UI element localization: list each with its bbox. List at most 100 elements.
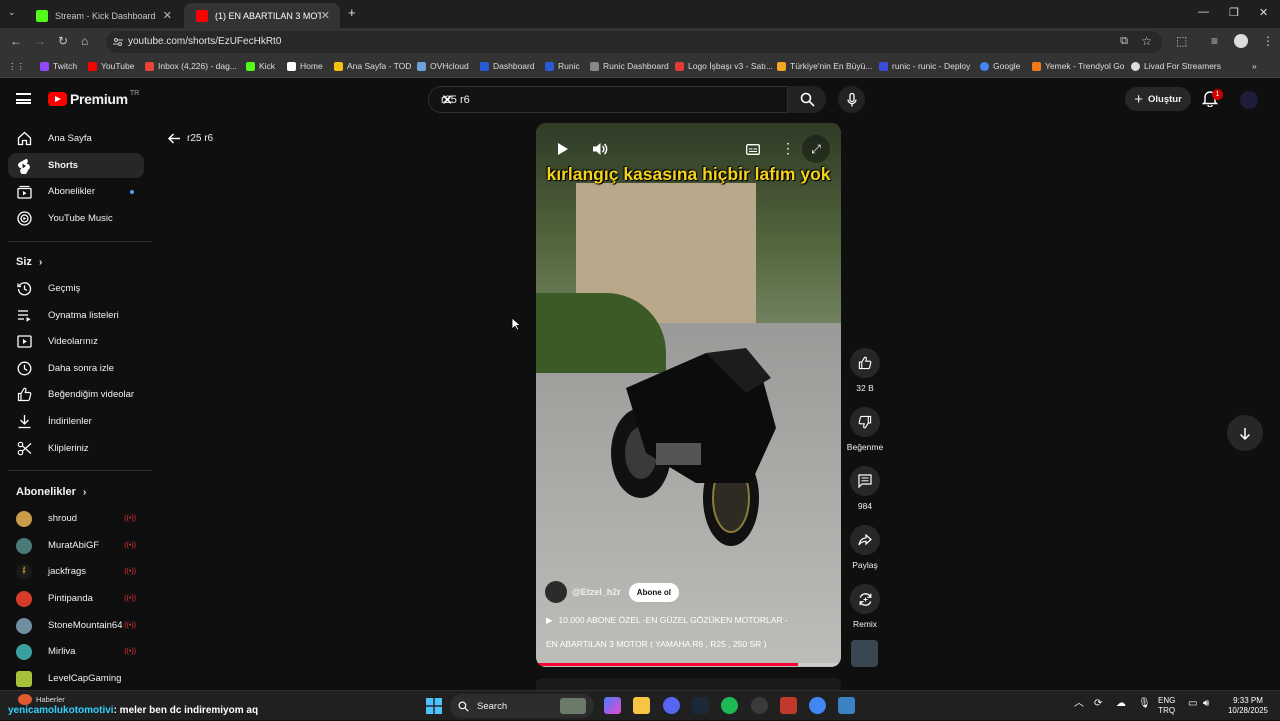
- sidebar-item-subscriptions[interactable]: Abonelikler: [8, 179, 144, 204]
- subscription-mirliva[interactable]: Mirliva ((•)): [8, 639, 144, 664]
- video-description-line-2[interactable]: EN ABARTILAN 3 MOTOR ( YAMAHA R6 , R25 ,…: [546, 639, 766, 649]
- clock[interactable]: 9:33 PM 10/28/2025: [1224, 696, 1272, 716]
- close-window-icon[interactable]: ✕: [1259, 6, 1268, 19]
- bookmark-kick[interactable]: Kick: [246, 61, 275, 71]
- short-video-player[interactable]: kırlangıç kasasına hiçbir lafım yok ⋮ ⤢ …: [536, 123, 841, 667]
- subscription-shroud[interactable]: shroud ((•)): [8, 506, 144, 531]
- install-icon[interactable]: ⧉: [1120, 35, 1128, 48]
- windows-start-icon[interactable]: [426, 698, 442, 714]
- forward-icon[interactable]: →: [34, 34, 46, 48]
- voice-search-button[interactable]: [838, 86, 865, 113]
- next-short-button[interactable]: [1227, 415, 1263, 451]
- bookmark-trendyol[interactable]: Yemek - Trendyol Go: [1032, 61, 1125, 71]
- bookmark-dashboard[interactable]: Dashboard: [480, 61, 535, 71]
- display-icon[interactable]: ▭: [1188, 699, 1197, 709]
- subscription-muratabigf[interactable]: MuratAbiGF ((•)): [8, 533, 144, 558]
- close-tab-icon[interactable]: ✕: [321, 9, 330, 22]
- you-section-title[interactable]: Siz ›: [16, 256, 42, 268]
- channel-name[interactable]: @Etzel_h2r: [572, 587, 621, 597]
- url-field[interactable]: youtube.com/shorts/EzUFecHkRt0 ⧉ ☆: [106, 31, 1162, 53]
- media-control-icon[interactable]: ≡: [1211, 34, 1218, 48]
- comments-button[interactable]: 984: [846, 466, 884, 511]
- subscription-levelcapgaming[interactable]: LevelCapGaming: [8, 666, 144, 691]
- search-input[interactable]: r25 r6 ✕: [428, 86, 788, 113]
- steam-icon[interactable]: [692, 697, 709, 714]
- more-options-icon[interactable]: ⋮: [781, 140, 795, 157]
- youtube-premium-logo[interactable]: Premium TR: [48, 90, 139, 107]
- browser-menu-icon[interactable]: ⋮: [1262, 34, 1274, 48]
- restore-icon[interactable]: ❐: [1229, 6, 1239, 19]
- subscriptions-section-title[interactable]: Abonelikler ›: [16, 486, 86, 498]
- streaming-app-icon[interactable]: [780, 697, 797, 714]
- channel-avatar[interactable]: [545, 581, 567, 603]
- remix-button[interactable]: Remix: [846, 584, 884, 629]
- apps-grid-icon[interactable]: ⋮⋮: [8, 61, 25, 72]
- sync-icon[interactable]: ⟳: [1094, 699, 1102, 709]
- bookmark-star-icon[interactable]: ☆: [1141, 34, 1152, 48]
- microphone-icon[interactable]: 🎙︎: [1138, 699, 1151, 709]
- sidebar-item-shorts[interactable]: Shorts: [8, 153, 144, 178]
- taskbar-search[interactable]: Search: [450, 694, 594, 718]
- file-explorer-icon[interactable]: [633, 697, 650, 714]
- sidebar-item-history[interactable]: Geçmiş: [8, 276, 144, 301]
- clear-search-icon[interactable]: ✕: [441, 91, 781, 109]
- new-tab-button[interactable]: +: [348, 5, 356, 20]
- bookmark-twitch[interactable]: Twitch: [40, 61, 77, 71]
- copilot-icon[interactable]: [604, 697, 621, 714]
- dislike-button[interactable]: Beğenme: [846, 407, 884, 452]
- back-to-results-button[interactable]: r25 r6: [168, 133, 213, 144]
- like-button[interactable]: 32 B: [846, 348, 884, 393]
- sidebar-item-clips[interactable]: Klipleriniz: [8, 436, 144, 461]
- bookmark-runic[interactable]: Runic: [545, 61, 580, 71]
- back-icon[interactable]: ←: [10, 34, 22, 48]
- create-button[interactable]: + Oluştur: [1125, 87, 1191, 111]
- app-g-icon[interactable]: [838, 697, 855, 714]
- close-tab-icon[interactable]: ✕: [163, 9, 172, 22]
- show-hidden-icons[interactable]: ︿: [1074, 699, 1084, 709]
- obs-icon[interactable]: [751, 697, 768, 714]
- bookmark-tod[interactable]: Ana Sayfa - TOD: [334, 61, 411, 71]
- bookmark-inbox[interactable]: Inbox (4,226) - dag...: [145, 61, 237, 71]
- cloud-icon[interactable]: ☁: [1116, 699, 1126, 709]
- bookmark-youtube[interactable]: YouTube: [88, 61, 134, 71]
- fullscreen-icon[interactable]: ⤢: [802, 135, 830, 163]
- sidebar-item-your-videos[interactable]: Videolarınız: [8, 329, 144, 354]
- extensions-icon[interactable]: ⬚: [1176, 34, 1187, 48]
- chrome-icon[interactable]: [809, 697, 826, 714]
- share-button[interactable]: Paylaş: [846, 525, 884, 570]
- sidebar-item-youtube-music[interactable]: YouTube Music: [8, 206, 144, 231]
- account-avatar[interactable]: [1240, 91, 1258, 109]
- discord-icon[interactable]: [663, 697, 680, 714]
- site-info-icon[interactable]: [113, 37, 123, 47]
- volume-icon[interactable]: 🔊︎: [1203, 699, 1209, 709]
- sidebar-item-downloads[interactable]: İndirilenler: [8, 409, 144, 434]
- tab-kick-dashboard[interactable]: Stream - Kick Dashboard ✕: [24, 3, 182, 28]
- tab-youtube-short[interactable]: (1) EN ABARTILAN 3 MOTOR ( Y ✕: [184, 3, 340, 28]
- bookmark-home[interactable]: Home: [287, 61, 323, 71]
- more-bookmarks-icon[interactable]: »: [1252, 61, 1257, 71]
- reload-icon[interactable]: ↻: [58, 34, 68, 48]
- sidebar-item-home[interactable]: Ana Sayfa: [8, 126, 144, 151]
- subscription-jackfrags[interactable]: ᵮ jackfrags ((•)): [8, 559, 144, 584]
- volume-icon[interactable]: [592, 142, 608, 156]
- sound-thumbnail[interactable]: [851, 640, 878, 667]
- play-icon[interactable]: [557, 142, 569, 156]
- subscription-pintipanda[interactable]: Pintipanda ((•)): [8, 586, 144, 611]
- search-button[interactable]: [788, 86, 826, 113]
- spotify-icon[interactable]: [721, 697, 738, 714]
- minimize-icon[interactable]: —: [1198, 6, 1209, 18]
- bookmark-turkiye[interactable]: Türkiye'nin En Büyü...: [777, 61, 872, 71]
- home-icon[interactable]: ⌂: [81, 34, 88, 48]
- video-progress-bar[interactable]: [536, 663, 841, 666]
- news-widget[interactable]: Haberler yenicamolukotomotivi: meler ben…: [4, 691, 304, 721]
- bookmark-runic-deploy[interactable]: runic - runic - Deploy: [879, 61, 970, 71]
- sidebar-item-watch-later[interactable]: Daha sonra izle: [8, 356, 144, 381]
- subscribe-button[interactable]: Abone ol: [628, 582, 680, 602]
- language-indicator[interactable]: ENG TRQ: [1158, 696, 1175, 716]
- bookmark-logo-isbasi[interactable]: Logo İşbaşı v3 - Satı...: [675, 61, 773, 71]
- captions-icon[interactable]: [746, 144, 760, 155]
- profile-avatar[interactable]: [1234, 34, 1248, 48]
- bookmark-livad[interactable]: Livad For Streamers: [1131, 61, 1221, 71]
- menu-icon[interactable]: [16, 93, 31, 104]
- sidebar-item-playlists[interactable]: Oynatma listeleri: [8, 303, 144, 328]
